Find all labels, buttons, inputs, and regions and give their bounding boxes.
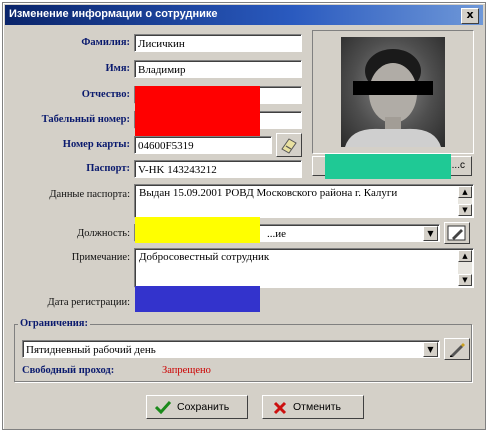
close-button[interactable]: x xyxy=(461,8,479,24)
tabnum-label: Табельный номер: xyxy=(41,114,130,125)
free-pass-value: Запрещено xyxy=(162,365,211,376)
pencil-icon xyxy=(447,225,466,241)
close-icon xyxy=(273,401,287,415)
save-button-label: Сохранить xyxy=(177,401,230,413)
card-label: Номер карты: xyxy=(62,139,130,150)
passport-data-text: Выдан 15.09.2001 РОВД Московского района… xyxy=(139,187,398,199)
scroll-down-icon[interactable]: ▼ xyxy=(458,274,472,286)
scroll-up-icon[interactable]: ▲ xyxy=(458,186,472,198)
passport-data-scrollbar[interactable]: ▲ ▼ xyxy=(458,186,472,216)
notes-scrollbar[interactable]: ▲ ▼ xyxy=(458,250,472,286)
position-value: ...ие xyxy=(267,228,287,240)
restrictions-group-label: Ограничения: xyxy=(18,318,90,329)
scroll-down-icon[interactable]: ▼ xyxy=(458,204,472,216)
window-title: Изменение информации о сотруднике xyxy=(9,8,218,20)
employee-photo xyxy=(341,37,445,147)
scroll-up-icon[interactable]: ▲ xyxy=(458,250,472,262)
notes-field[interactable]: Добросовестный сотрудник ▲ ▼ xyxy=(134,248,474,288)
redaction-block-teal xyxy=(325,154,451,179)
redaction-block-yellow xyxy=(135,217,260,243)
chevron-down-icon[interactable]: ▼ xyxy=(423,226,438,241)
notes-text: Добросовестный сотрудник xyxy=(139,251,270,263)
name-label: Имя: xyxy=(105,63,131,74)
passport-field[interactable]: V-HK 143243212 xyxy=(134,160,302,178)
cancel-button[interactable]: Отменить xyxy=(262,395,364,419)
photo-button-label: ...с xyxy=(451,160,465,171)
free-pass-label: Свободный проход: xyxy=(22,365,115,376)
passport-data-label: Данные паспорта: xyxy=(49,189,130,200)
schedule-value: Пятидневный рабочий день xyxy=(26,344,156,356)
regdate-label: Дата регистрации: xyxy=(47,297,130,308)
photo-frame xyxy=(312,30,474,154)
edit-position-button[interactable] xyxy=(444,222,470,244)
checkmark-icon xyxy=(155,400,171,414)
chevron-down-icon[interactable]: ▼ xyxy=(423,342,438,357)
patronymic-label: Отчество: xyxy=(81,89,130,100)
notes-label: Примечание: xyxy=(71,252,130,263)
card-reader-icon xyxy=(281,138,297,154)
portrait-image xyxy=(345,49,441,147)
schedule-combo[interactable]: Пятидневный рабочий день ▼ xyxy=(22,340,440,358)
title-bar[interactable]: Изменение информации о сотруднике x xyxy=(5,5,483,25)
edit-schedule-button[interactable] xyxy=(444,338,470,360)
surname-label: Фамилия: xyxy=(81,37,130,48)
card-field[interactable]: 04600F5319 xyxy=(134,136,272,154)
redaction-block-red xyxy=(135,86,260,136)
passport-label: Паспорт: xyxy=(86,163,130,174)
position-label: Должность: xyxy=(77,228,130,239)
redaction-block-blue xyxy=(135,286,260,312)
surname-field[interactable]: Лисичкин xyxy=(134,34,302,52)
save-button[interactable]: Сохранить xyxy=(146,395,248,419)
cancel-button-label: Отменить xyxy=(293,401,341,413)
pencil-icon xyxy=(450,343,465,357)
name-field[interactable]: Владимир xyxy=(134,60,302,78)
read-card-button[interactable] xyxy=(276,133,302,157)
passport-data-field[interactable]: Выдан 15.09.2001 РОВД Московского района… xyxy=(134,184,474,218)
